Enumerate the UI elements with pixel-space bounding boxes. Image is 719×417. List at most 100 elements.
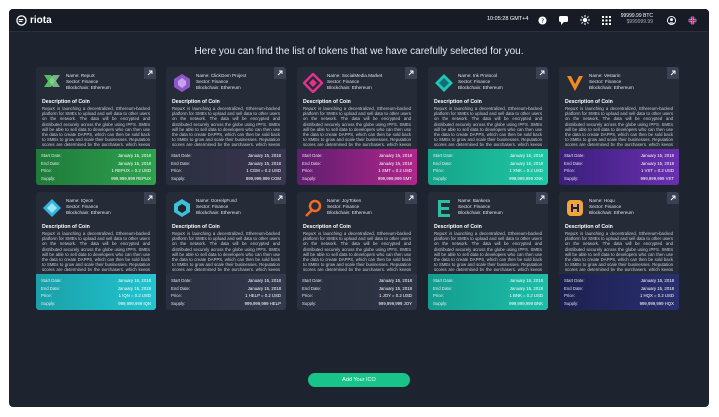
- token-blockchain: Ethereum: [613, 85, 634, 91]
- end-date-value: January 15, 2018: [378, 285, 412, 291]
- token-name: Bankera: [472, 198, 490, 203]
- open-arrow-icon[interactable]: [144, 192, 156, 204]
- open-arrow-icon[interactable]: [667, 67, 679, 79]
- open-arrow-icon[interactable]: [667, 192, 679, 204]
- token-logo-icon: [305, 199, 322, 217]
- price-label: Price:: [171, 293, 182, 299]
- price-value: 1 HQX = 0.2 USD: [639, 293, 674, 299]
- token-info: Name: Vestarin Sector: Finance Blockchai…: [589, 73, 634, 92]
- token-stats: Start Date: January 15, 2018 End Date: Jan…: [36, 274, 156, 310]
- end-date-label: End Date:: [433, 160, 453, 166]
- blockchain-label: Blockchain:: [327, 210, 351, 216]
- open-arrow-icon[interactable]: [274, 192, 286, 204]
- token-name: IQeon: [80, 198, 94, 203]
- token-info: Name: JoyToken Sector: Finance Blockchai…: [327, 198, 372, 217]
- price-label: Price:: [171, 168, 182, 174]
- open-arrow-icon[interactable]: [405, 67, 417, 79]
- token-card[interactable]: Name: RepuX Sector: Finance Blockchain: …: [36, 67, 156, 185]
- token-info: Name: ClickGem Project Sector: Finance B…: [196, 73, 246, 92]
- token-sector: Finance: [211, 204, 229, 210]
- sun-icon[interactable]: [580, 15, 590, 25]
- token-info: Name: SocialMedia.Market Sector: Finance…: [327, 73, 382, 92]
- start-date-value: January 15, 2018: [117, 153, 151, 159]
- end-date-value: January 15, 2018: [117, 160, 151, 166]
- page-headline: Here you can find the list of tokens tha…: [194, 46, 524, 57]
- token-card[interactable]: Name: ClickGem Project Sector: Finance B…: [166, 67, 286, 185]
- start-date-value: January 15, 2018: [640, 153, 674, 159]
- start-date-value: January 15, 2018: [378, 278, 412, 284]
- wallet-balance[interactable]: 99999.99 BTC $999999.99: [619, 13, 653, 25]
- price-label: Price:: [433, 293, 444, 299]
- app-logo[interactable]: riota: [16, 14, 52, 27]
- start-date-label: Start Date:: [433, 278, 454, 284]
- token-card[interactable]: Name: IQeon Sector: Finance Blockchain: …: [36, 192, 156, 310]
- token-card[interactable]: Name: Hoqu Sector: Finance Blockchain: E…: [559, 192, 679, 310]
- token-card[interactable]: Name: GoHelpFund Sector: Finance Blockch…: [166, 192, 286, 310]
- sector-label: Sector:: [458, 79, 473, 85]
- token-description: RepuX is launching a decentralized, Ethe…: [565, 106, 673, 146]
- end-date-label: End Date:: [302, 285, 322, 291]
- supply-label: Supply:: [433, 175, 448, 181]
- price-label: Price:: [302, 293, 313, 299]
- token-card[interactable]: Name: Vestarin Sector: Finance Blockchai…: [559, 67, 679, 185]
- token-info: Name: IQeon Sector: Finance Blockchain: …: [66, 198, 111, 217]
- name-label: Name:: [196, 73, 210, 78]
- description-title: Description of Coin: [434, 99, 482, 105]
- open-arrow-icon[interactable]: [536, 192, 548, 204]
- riota-logo-icon: [16, 15, 27, 26]
- apps-grid-icon[interactable]: [601, 15, 611, 25]
- token-card[interactable]: Name: Bankera Sector: Finance Blockchain…: [428, 192, 548, 310]
- top-bar: riota 10:05:28 GMT+4 ? 99999.99 BTC $999…: [9, 9, 709, 32]
- start-date-label: Start Date:: [564, 278, 585, 284]
- token-logo-icon: [174, 199, 190, 217]
- clock-text: 10:05:28 GMT+4: [487, 16, 529, 22]
- supply-value: 999,999,999 HQX: [639, 300, 674, 306]
- open-arrow-icon[interactable]: [274, 67, 286, 79]
- blockchain-label: Blockchain:: [196, 210, 220, 216]
- user-avatar-icon[interactable]: [666, 15, 676, 25]
- price-label: Price:: [41, 293, 52, 299]
- price-value: 1 XNK = 0.2 USD: [509, 168, 543, 174]
- start-date-label: Start Date:: [171, 153, 192, 159]
- token-name: ClickGem Project: [210, 73, 247, 78]
- supply-label: Supply:: [41, 300, 56, 306]
- token-description: RepuX is launching a decentralized, Ethe…: [42, 231, 150, 271]
- name-label: Name:: [589, 73, 603, 78]
- token-sector: Finance: [604, 79, 622, 85]
- token-name: RepuX: [80, 73, 95, 78]
- open-arrow-icon[interactable]: [536, 67, 548, 79]
- help-icon[interactable]: ?: [537, 15, 547, 25]
- token-description: RepuX is launching a decentralized, Ethe…: [434, 106, 542, 146]
- name-label: Name:: [196, 198, 210, 203]
- start-date-value: January 15, 2018: [509, 278, 543, 284]
- description-title: Description of Coin: [303, 99, 351, 105]
- open-arrow-icon[interactable]: [144, 67, 156, 79]
- blockchain-label: Blockchain:: [66, 210, 90, 216]
- token-stats: Start Date: January 15, 2018 End Date: Jan…: [559, 149, 679, 185]
- sector-label: Sector:: [589, 204, 604, 210]
- description-title: Description of Coin: [172, 99, 220, 105]
- end-date-label: End Date:: [564, 160, 584, 166]
- blockchain-label: Blockchain:: [458, 210, 482, 216]
- blockchain-label: Blockchain:: [327, 85, 351, 91]
- token-info: Name: Bankera Sector: Finance Blockchain…: [458, 198, 503, 217]
- end-date-label: End Date:: [302, 160, 322, 166]
- chat-icon[interactable]: [559, 15, 569, 25]
- start-date-value: January 15, 2018: [117, 278, 151, 284]
- blockchain-label: Blockchain:: [589, 85, 613, 91]
- supply-value: 999,999,999 IQN: [118, 300, 151, 306]
- add-ico-button[interactable]: Add Your ICO: [308, 373, 410, 387]
- token-blockchain: Ethereum: [220, 210, 241, 216]
- open-arrow-icon[interactable]: [405, 192, 417, 204]
- description-title: Description of Coin: [42, 99, 90, 105]
- token-card[interactable]: Name: SocialMedia.Market Sector: Finance…: [297, 67, 417, 185]
- flag-uk-icon[interactable]: [687, 15, 697, 25]
- token-info: Name: RepuX Sector: Finance Blockchain: …: [66, 73, 111, 92]
- start-date-value: January 15, 2018: [509, 153, 543, 159]
- description-title: Description of Coin: [172, 224, 220, 230]
- name-label: Name:: [66, 73, 80, 78]
- token-card[interactable]: Name: JoyToken Sector: Finance Blockchai…: [297, 192, 417, 310]
- app-window: riota 10:05:28 GMT+4 ? 99999.99 BTC $999…: [9, 9, 709, 407]
- token-card[interactable]: Name: Ink Protocol Sector: Finance Block…: [428, 67, 548, 185]
- token-info: Name: GoHelpFund Sector: Finance Blockch…: [196, 198, 241, 217]
